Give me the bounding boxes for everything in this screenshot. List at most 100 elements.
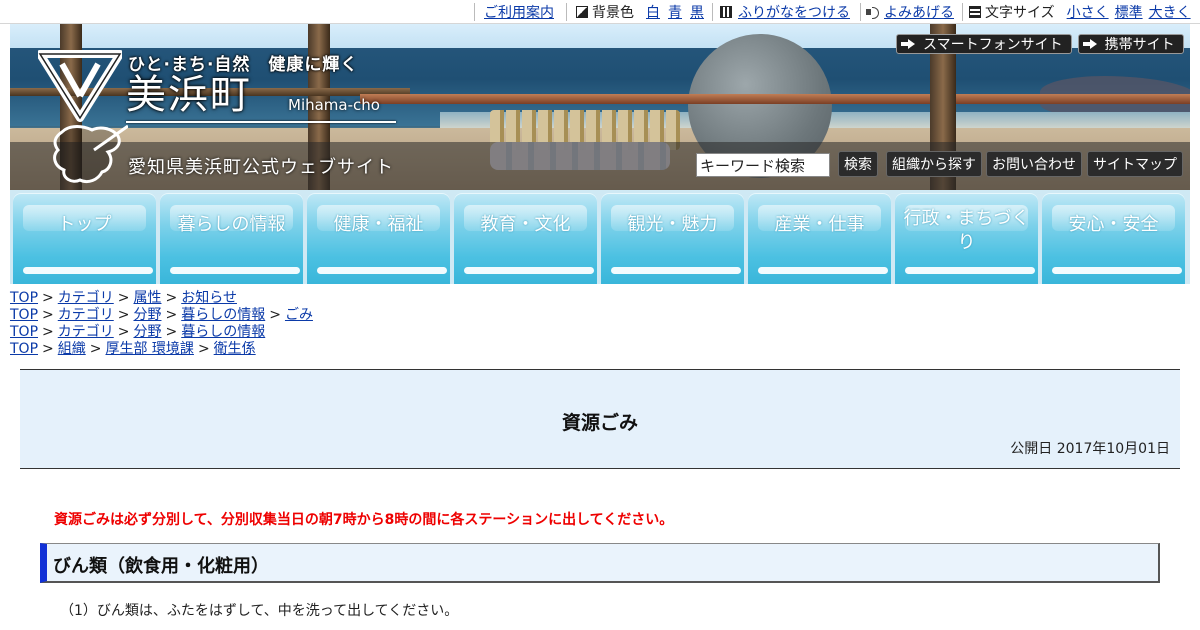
breadcrumb-link[interactable]: カテゴリ <box>58 290 114 306</box>
breadcrumb-separator: > <box>117 307 130 323</box>
nav-item-education[interactable]: 教育・文化 <box>454 193 597 284</box>
town-name-logo[interactable]: 美浜町 <box>126 72 252 118</box>
device-links: スマートフォンサイト 携帯サイト <box>896 34 1184 54</box>
nav-bar <box>170 267 300 274</box>
nav-item-living[interactable]: 暮らしの情報 <box>160 193 303 284</box>
nav-bar <box>758 267 888 274</box>
breadcrumb-link[interactable]: 組織 <box>58 341 86 357</box>
breadcrumb-link[interactable]: 暮らしの情報 <box>181 324 265 340</box>
nav-item-industry[interactable]: 産業・仕事 <box>748 193 891 284</box>
sitemap-button[interactable]: サイトマップ <box>1087 151 1183 177</box>
nav-bar <box>1052 267 1182 274</box>
furigana-link[interactable]: ふりがなをつける <box>738 2 850 22</box>
breadcrumb-link[interactable]: 分野 <box>133 324 161 340</box>
org-search-button[interactable]: 組織から探す <box>886 151 982 177</box>
bg-blue-link[interactable]: 青 <box>668 2 682 22</box>
mobile-site-link[interactable]: 携帯サイト <box>1077 34 1184 54</box>
utility-bar: ご利用案内 背景色 白 青 黒 ふりがなをつける よみあげる 文字サイズ 小さく… <box>0 0 1200 24</box>
breadcrumb-separator: > <box>269 307 281 323</box>
breadcrumb-separator: > <box>42 324 54 340</box>
nav-bar <box>611 267 741 274</box>
page-title-box: 資源ごみ 公開日 2017年10月01日 <box>20 369 1180 469</box>
breadcrumb-link[interactable]: お知らせ <box>181 290 237 306</box>
breadcrumb-link[interactable]: カテゴリ <box>58 324 114 340</box>
arrow-right-icon <box>1082 39 1097 49</box>
contact-button[interactable]: お問い合わせ <box>986 151 1082 177</box>
keyword-search-input[interactable] <box>696 153 830 177</box>
breadcrumb-separator: > <box>165 324 178 340</box>
search-button[interactable]: 検索 <box>838 151 878 177</box>
town-emblem-icon[interactable] <box>38 50 122 122</box>
read-aloud-link[interactable]: よみあげる <box>884 2 954 22</box>
font-size-label: 文字サイズ <box>985 5 1055 21</box>
bg-white-link[interactable]: 白 <box>646 2 660 22</box>
breadcrumb-link[interactable]: TOP <box>10 341 38 357</box>
breadcrumb-link[interactable]: TOP <box>10 307 38 323</box>
nav-bar <box>905 267 1035 274</box>
breadcrumb-separator: > <box>117 324 130 340</box>
nav-label: 観光・魅力 <box>627 214 718 235</box>
nav-bar <box>23 267 153 274</box>
font-size-icon <box>969 6 981 18</box>
breadcrumb-link[interactable]: 衛生係 <box>214 341 256 357</box>
smartphone-site-link[interactable]: スマートフォンサイト <box>896 34 1072 54</box>
section-title: びん類（飲食用・化粧用） <box>53 556 269 577</box>
usage-guide-group: ご利用案内 <box>484 0 554 24</box>
logo-underline <box>126 121 396 123</box>
mobile-site-label: 携帯サイト <box>1104 37 1175 53</box>
bg-color-label: 背景色 <box>592 5 634 21</box>
global-nav: トップ 暮らしの情報 健康・福祉 教育・文化 観光・魅力 産業・仕事 行政・まち… <box>10 190 1190 284</box>
breadcrumb-separator: > <box>165 307 178 323</box>
bg-color-group: 背景色 白 青 黒 <box>576 0 704 24</box>
nav-label: 健康・福祉 <box>333 214 424 235</box>
breadcrumb-link[interactable]: カテゴリ <box>58 307 114 323</box>
nav-item-top[interactable]: トップ <box>13 193 156 284</box>
separator <box>962 3 963 21</box>
breadcrumb-separator: > <box>89 341 102 357</box>
usage-guide-link[interactable]: ご利用案内 <box>484 2 554 22</box>
nav-label: 暮らしの情報 <box>177 214 286 235</box>
furigana-icon <box>720 6 732 18</box>
prefecture-map-icon <box>53 124 128 184</box>
breadcrumb-link[interactable]: ごみ <box>285 307 313 323</box>
town-romaji: Mihama-cho <box>288 96 380 114</box>
breadcrumb-separator: > <box>42 307 54 323</box>
font-large-link[interactable]: 大きく <box>1149 2 1191 22</box>
breadcrumb: TOP > 組織 > 厚生部 環境課 > 衛生係 <box>10 341 313 358</box>
breadcrumb: TOP > カテゴリ > 分野 > 暮らしの情報 > ごみ <box>10 307 313 324</box>
font-small-link[interactable]: 小さく <box>1067 2 1109 22</box>
breadcrumb-separator: > <box>117 290 130 306</box>
nav-label: 産業・仕事 <box>774 214 865 235</box>
speaker-icon <box>866 6 880 19</box>
arrow-right-icon <box>901 39 915 49</box>
site-subtitle: 愛知県美浜町公式ウェブサイト <box>128 157 394 178</box>
font-normal-link[interactable]: 標準 <box>1115 2 1143 22</box>
read-aloud-group: よみあげる <box>866 0 954 24</box>
breadcrumb-separator: > <box>42 341 54 357</box>
background-color-icon <box>576 6 588 18</box>
breadcrumb-separator: > <box>42 290 54 306</box>
nav-item-health[interactable]: 健康・福祉 <box>307 193 450 284</box>
nav-item-safety[interactable]: 安心・安全 <box>1042 193 1185 284</box>
breadcrumb-link[interactable]: 属性 <box>133 290 161 306</box>
separator <box>860 3 861 21</box>
breadcrumb-link[interactable]: 厚生部 環境課 <box>105 341 193 357</box>
bg-black-link[interactable]: 黒 <box>690 2 704 22</box>
nav-item-administration[interactable]: 行政・まちづくり <box>895 193 1038 284</box>
nav-item-tourism[interactable]: 観光・魅力 <box>601 193 744 284</box>
nav-bar <box>317 267 447 274</box>
breadcrumb-link[interactable]: 暮らしの情報 <box>181 307 265 323</box>
breadcrumb-link[interactable]: 分野 <box>133 307 161 323</box>
separator <box>474 3 475 21</box>
body-paragraph: （1）びん類は、ふたをはずして、中を洗って出してください。 <box>60 603 459 619</box>
breadcrumb-link[interactable]: TOP <box>10 324 38 340</box>
separator <box>712 3 713 21</box>
separator <box>566 3 567 21</box>
font-size-group: 文字サイズ 小さく 標準 大きく <box>969 0 1191 24</box>
breadcrumb-separator: > <box>197 341 210 357</box>
page-title: 資源ごみ <box>561 412 638 434</box>
breadcrumb-link[interactable]: TOP <box>10 290 38 306</box>
breadcrumb: TOP > カテゴリ > 分野 > 暮らしの情報 <box>10 324 313 341</box>
breadcrumb: TOP > カテゴリ > 属性 > お知らせ <box>10 290 313 307</box>
nav-label: 安心・安全 <box>1068 214 1159 235</box>
